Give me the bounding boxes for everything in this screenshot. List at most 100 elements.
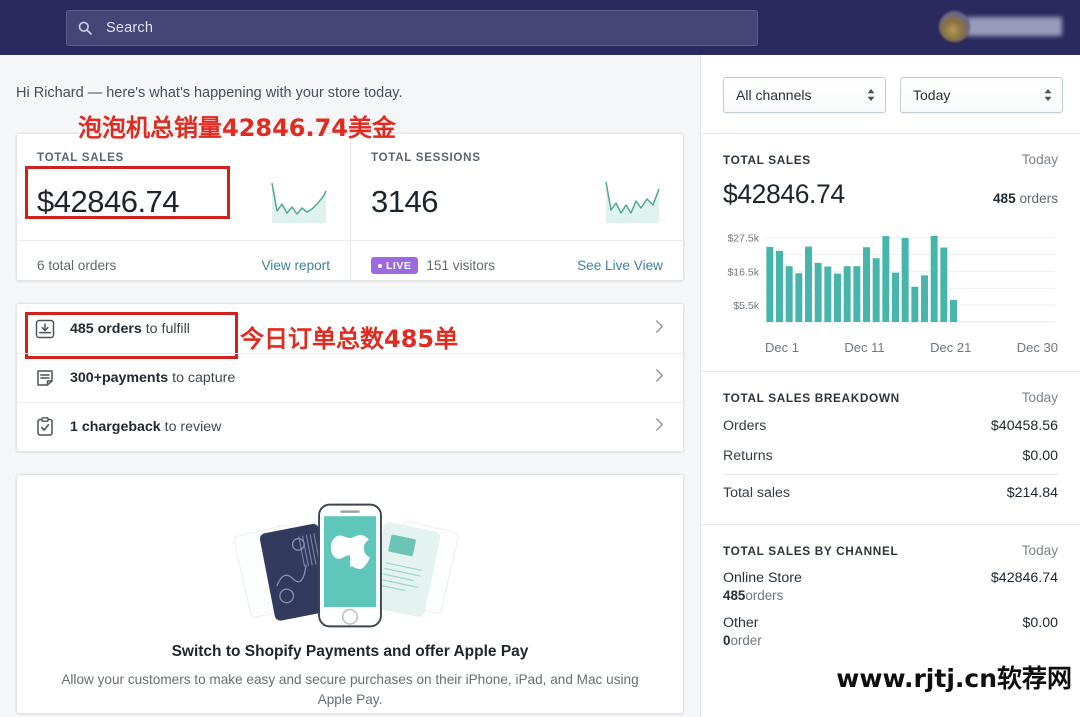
chevron-right-icon <box>654 367 665 389</box>
chart-bar <box>882 236 889 322</box>
search-placeholder-text: Search <box>106 20 153 36</box>
live-badge: LIVE <box>371 257 418 274</box>
chart-bar <box>766 247 773 322</box>
search-input[interactable]: Search <box>66 10 758 46</box>
chart-bar <box>863 247 870 322</box>
chart-bar <box>844 266 851 322</box>
task-row-payments[interactable]: 300+payments to capture <box>17 353 683 402</box>
chart-bar <box>815 263 822 322</box>
apple-pay-illustration <box>57 495 643 635</box>
sidebar-total-sales-title: TOTAL SALES <box>723 153 811 167</box>
breakdown-title: TOTAL SALES BREAKDOWN <box>723 391 900 405</box>
channel-name: Other <box>723 615 762 631</box>
total-sales-bar-chart: $27.5k $16.5k $5.5k <box>723 224 1058 336</box>
breakdown-label: Orders <box>723 418 766 434</box>
live-dot-icon <box>378 264 382 268</box>
channel-value: $42846.74 <box>991 570 1058 586</box>
total-sessions-card[interactable]: TOTAL SESSIONS 3146 <box>350 134 683 280</box>
breakdown-row-returns: Returns $0.00 <box>723 441 1058 471</box>
chart-bar <box>902 238 909 322</box>
breakdown-period: Today <box>1022 390 1058 405</box>
insights-sidebar: All channels Today <box>700 55 1080 717</box>
sidebar-total-sales-period: Today <box>1022 152 1058 167</box>
svg-text:$27.5k: $27.5k <box>727 233 759 245</box>
sidebar-total-sales-amount: $42846.74 <box>723 179 845 210</box>
task-label-payments: 300+payments to capture <box>70 370 235 386</box>
breakdown-total-value: $214.84 <box>1007 485 1058 501</box>
chart-bar <box>911 287 918 322</box>
channel-row-other: Other 0order $0.00 <box>723 603 1058 648</box>
metrics-card-row: TOTAL SALES $42846.74 6 total orders Vie… <box>16 133 684 281</box>
chart-bar <box>834 274 841 322</box>
watermark-text: www.rjtj.cn软荐网 <box>836 659 1072 695</box>
apple-pay-promo-card[interactable]: Switch to Shopify Payments and offer App… <box>16 474 684 714</box>
breakdown-total-label: Total sales <box>723 485 790 501</box>
channel-select[interactable]: All channels <box>723 77 886 113</box>
dashboard-content: Hi Richard — here's what's happening wit… <box>0 55 1080 717</box>
total-sales-card[interactable]: TOTAL SALES $42846.74 6 total orders Vie… <box>17 134 350 280</box>
top-navigation-bar: Search <box>0 0 1080 55</box>
chart-x-label: Dec 30 <box>1017 340 1058 355</box>
live-badge-label: LIVE <box>386 260 411 272</box>
inbox-download-icon <box>34 318 56 340</box>
chart-bar <box>921 275 928 322</box>
chart-bar <box>940 247 947 322</box>
sidebar-by-channel-section: TOTAL SALES BY CHANNEL Today Online Stor… <box>701 524 1080 648</box>
account-name-redacted <box>966 17 1062 36</box>
chart-bar <box>795 273 802 322</box>
annotation-text-orders: 今日订单总数485单 <box>240 319 458 354</box>
total-sessions-sparkline <box>601 177 663 227</box>
chevron-updown-icon <box>866 87 876 103</box>
channel-order-count: 0order <box>723 633 762 648</box>
breakdown-value: $40458.56 <box>991 418 1058 434</box>
search-icon <box>77 20 93 36</box>
channel-select-value: All channels <box>736 87 812 103</box>
chevron-right-icon <box>654 318 665 340</box>
chart-bar <box>892 273 899 322</box>
date-range-select-value: Today <box>913 87 950 103</box>
task-label-chargeback: 1 chargeback to review <box>70 419 221 435</box>
promo-title: Switch to Shopify Payments and offer App… <box>57 643 643 661</box>
chart-bar <box>950 300 957 322</box>
receipt-icon <box>34 367 56 389</box>
breakdown-row-orders: Orders $40458.56 <box>723 411 1058 441</box>
avatar[interactable] <box>939 11 970 42</box>
chevron-updown-icon <box>1043 87 1053 103</box>
total-sales-value: $42846.74 <box>37 184 179 220</box>
chevron-right-icon <box>654 416 665 438</box>
sidebar-total-sales-orders: 485 orders <box>993 191 1058 206</box>
main-column: Hi Richard — here's what's happening wit… <box>0 55 700 717</box>
date-range-select[interactable]: Today <box>900 77 1063 113</box>
chart-bar <box>805 247 812 322</box>
bar-chart-svg: $27.5k $16.5k $5.5k <box>723 224 1059 336</box>
chart-x-label: Dec 21 <box>930 340 971 355</box>
total-sessions-label: TOTAL SESSIONS <box>371 151 663 164</box>
chart-bar <box>786 266 793 322</box>
channel-value: $0.00 <box>1022 615 1058 631</box>
chart-bar <box>873 258 880 322</box>
sidebar-breakdown-section: TOTAL SALES BREAKDOWN Today Orders $4045… <box>701 371 1080 508</box>
total-sessions-value: 3146 <box>371 184 438 220</box>
chart-bar <box>824 266 831 322</box>
chart-x-axis-labels: Dec 1Dec 11Dec 21Dec 30 <box>723 336 1058 355</box>
promo-subtitle: Allow your customers to make easy and se… <box>57 670 643 709</box>
chart-x-label: Dec 11 <box>844 340 884 355</box>
svg-text:$16.5k: $16.5k <box>727 266 759 278</box>
by-channel-period: Today <box>1022 543 1058 558</box>
breakdown-label: Returns <box>723 448 773 464</box>
svg-text:$5.5k: $5.5k <box>733 300 759 312</box>
shopify-admin-dashboard: Search Hi Richard — here's what's happen… <box>0 0 1080 717</box>
channel-order-count: 485orders <box>723 588 802 603</box>
see-live-view-link[interactable]: See Live View <box>577 258 663 273</box>
task-row-chargeback[interactable]: 1 chargeback to review <box>17 402 683 451</box>
chart-bar <box>853 266 860 322</box>
total-sales-orders-count: 6 total orders <box>37 258 116 273</box>
channel-row-online-store: Online Store 485orders $42846.74 <box>723 558 1058 603</box>
breakdown-row-total: Total sales $214.84 <box>723 474 1058 508</box>
account-menu[interactable] <box>939 11 1062 42</box>
breakdown-value: $0.00 <box>1022 448 1058 464</box>
greeting-text: Hi Richard — here's what's happening wit… <box>16 85 684 101</box>
channel-name: Online Store <box>723 570 802 586</box>
chart-bar <box>931 236 938 322</box>
view-report-link[interactable]: View report <box>261 258 330 273</box>
